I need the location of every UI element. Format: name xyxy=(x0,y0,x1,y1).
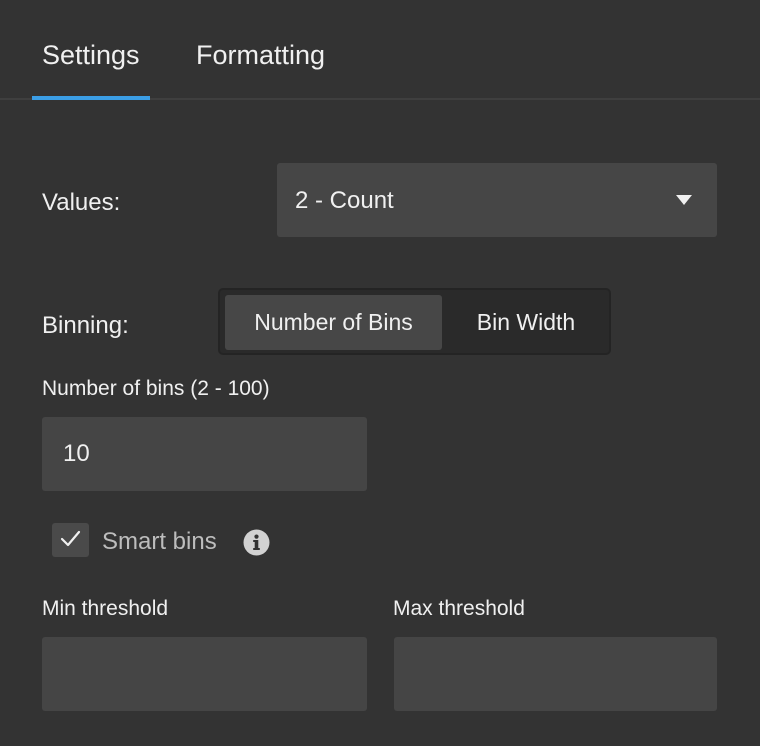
tab-formatting[interactable]: Formatting xyxy=(196,40,325,71)
smart-bins-label: Smart bins xyxy=(102,528,217,555)
tab-bar: Settings Formatting xyxy=(0,0,760,100)
binning-toggle: Number of Bins Bin Width xyxy=(218,288,611,355)
binning-option-bin-width[interactable]: Bin Width xyxy=(444,295,608,350)
max-threshold-input[interactable] xyxy=(394,637,717,711)
number-of-bins-label: Number of bins (2 - 100) xyxy=(42,377,270,400)
active-tab-indicator xyxy=(32,96,150,100)
chevron-down-icon xyxy=(676,195,692,205)
values-selected: 2 - Count xyxy=(295,187,394,214)
values-dropdown[interactable]: 2 - Count xyxy=(277,163,717,237)
info-icon[interactable] xyxy=(243,529,270,556)
number-of-bins-input[interactable] xyxy=(42,417,367,491)
binning-label: Binning: xyxy=(42,312,129,339)
min-threshold-input[interactable] xyxy=(42,637,367,711)
tab-settings[interactable]: Settings xyxy=(42,40,140,71)
max-threshold-label: Max threshold xyxy=(393,597,525,620)
min-threshold-label: Min threshold xyxy=(42,597,169,620)
values-label: Values: xyxy=(42,189,121,216)
checkmark-icon xyxy=(60,530,81,547)
binning-option-number-of-bins[interactable]: Number of Bins xyxy=(225,295,442,350)
smart-bins-checkbox[interactable] xyxy=(52,523,89,557)
